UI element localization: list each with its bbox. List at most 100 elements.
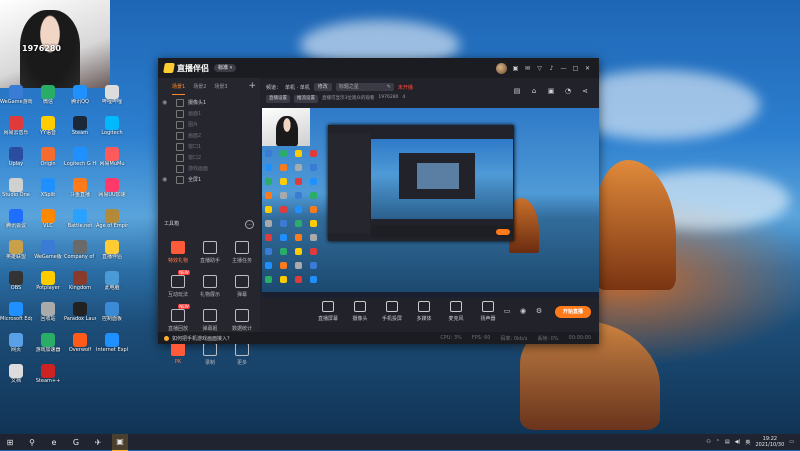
live-companion-icon[interactable]: ▣ (112, 433, 128, 451)
minimize-icon[interactable]: — (560, 65, 567, 72)
desktop-icon[interactable]: 游戏加速器 (32, 330, 64, 361)
tool-item[interactable]: NEWPK (162, 338, 194, 374)
gift-icon[interactable]: ▣ (512, 65, 519, 72)
user-icon[interactable]: ⚇ (706, 439, 710, 445)
stream-settings-button[interactable]: 推流设置 (294, 95, 318, 103)
bell-icon[interactable]: ♪ (548, 65, 555, 72)
desktop-icon[interactable]: Company of Heroes 2 (64, 237, 96, 268)
source-control[interactable]: 直播屏幕 (316, 301, 340, 322)
source-item[interactable]: 窗口2 (158, 152, 260, 163)
version-dropdown[interactable]: 标准 ▾ (214, 64, 237, 72)
eye-icon[interactable]: ◉ (162, 176, 170, 183)
desktop-icon[interactable]: 此电脑 (96, 268, 128, 299)
desktop-icon[interactable]: Uplay (0, 144, 32, 175)
source-control[interactable]: 摄像头 (348, 301, 372, 322)
desktop-icon[interactable]: 腾讯会议 (0, 206, 32, 237)
channel-edit-button[interactable]: 修改 (313, 83, 332, 91)
bell-icon[interactable]: ◔ (564, 87, 572, 95)
desktop-icon[interactable]: OBS (0, 268, 32, 299)
chevron-up-icon[interactable]: ⌃ (716, 439, 720, 445)
desktop-icon[interactable]: Steam++ (32, 361, 64, 392)
phone-help-link[interactable]: 如何把手机游戏画面接入？ (164, 335, 232, 342)
gift-box-icon[interactable]: ▣ (547, 87, 555, 95)
notification-icon[interactable]: ▭ (789, 439, 794, 445)
desktop-icon[interactable]: Studio One (0, 175, 32, 206)
desktop-icon[interactable]: 腾讯QQ (64, 82, 96, 113)
tool-item[interactable]: 录制 (194, 340, 226, 374)
tool-item[interactable]: 特效礼物 (162, 238, 194, 272)
source-item[interactable]: 游戏画面 (158, 163, 260, 174)
record-icon[interactable]: ▭ (503, 307, 511, 315)
close-icon[interactable]: ✕ (584, 65, 591, 72)
source-control[interactable]: 多媒体 (412, 301, 436, 322)
desktop-icon[interactable]: 直播伴侣 (96, 237, 128, 268)
title-input[interactable]: 标题之星 ✎ (335, 83, 394, 91)
lock-icon[interactable]: ⌂ (530, 87, 538, 95)
desktop-icon[interactable]: 英雄联盟 (0, 237, 32, 268)
desktop-icon[interactable]: YY语音 (32, 113, 64, 144)
tool-item[interactable]: 更多 (226, 340, 258, 374)
settings-gear-icon[interactable]: ⚙ (535, 307, 543, 315)
tool-item[interactable]: 主播任务 (226, 238, 258, 272)
eye-icon[interactable]: ◉ (162, 99, 170, 106)
windows-start-icon[interactable]: ⊞ (2, 434, 18, 450)
desktop-icon[interactable]: 微信 (32, 82, 64, 113)
source-item[interactable]: 画面2 (158, 130, 260, 141)
desktop-icon[interactable]: Steam (64, 113, 96, 144)
volume-icon[interactable]: ◀) (735, 439, 741, 445)
desktop-icon[interactable]: Overwolf (64, 330, 96, 361)
scene-tab[interactable]: 场景2 (193, 83, 206, 95)
clock[interactable]: 19:22 2021/10/30 (755, 436, 784, 448)
scene-tab[interactable]: 场景1 (172, 83, 186, 95)
desktop-icon[interactable]: Age of Empires IV (96, 206, 128, 237)
desktop-icon[interactable]: Kingdom (64, 268, 96, 299)
desktop-icon[interactable]: Logitech (96, 113, 128, 144)
tool-item[interactable]: 直播助手 (194, 238, 226, 272)
desktop-icon[interactable]: 回收站 (32, 299, 64, 330)
desktop-icon[interactable]: 网易云音乐 (0, 113, 32, 144)
source-control[interactable]: 扬声器 (476, 301, 500, 322)
desktop-icon[interactable]: 控制面板 (96, 299, 128, 330)
desktop-icon[interactable]: 网页 (0, 330, 32, 361)
app-titlebar[interactable]: 直播伴侣 标准 ▾ ▣ ✉ ▽ ♪ — □ ✕ (158, 58, 599, 78)
desktop-icon[interactable]: 文档 (0, 361, 32, 392)
desktop-icon[interactable]: Origin (32, 144, 64, 175)
desktop-icon[interactable]: 网易UU加速 (96, 175, 128, 206)
source-item[interactable]: 画面1 (158, 108, 260, 119)
start-live-button[interactable]: 开始直播 (555, 306, 591, 318)
source-item[interactable]: 图片 (158, 119, 260, 130)
user-avatar[interactable] (496, 62, 507, 74)
desktop-icon[interactable]: WeGame版 (32, 237, 64, 268)
desktop-icon[interactable]: Potplayer (32, 268, 64, 299)
shirt-icon[interactable]: ▽ (536, 65, 543, 72)
wegame-icon[interactable]: G (68, 434, 84, 450)
toolbox-more-button[interactable]: ... (245, 220, 254, 229)
source-item[interactable]: ◉ 摄像头1 (158, 97, 260, 108)
desktop-icon[interactable]: 斗鱼直播 (64, 175, 96, 206)
tool-item[interactable]: 礼物展示 (194, 272, 226, 306)
maximize-icon[interactable]: □ (572, 65, 579, 72)
source-control[interactable]: 麦克风 (444, 301, 468, 322)
desktop-icon[interactable]: WeGame游戏 (0, 82, 32, 113)
desktop-icon[interactable]: Microsoft Edge (0, 299, 32, 330)
desktop-icon[interactable]: Battle.net (64, 206, 96, 237)
ime-indicator[interactable]: 英 (745, 439, 750, 446)
tool-item[interactable]: NEW 互动玩法 (162, 270, 194, 306)
search-icon[interactable]: ⚲ (24, 434, 40, 450)
save-icon[interactable]: ▤ (513, 87, 521, 95)
desktop-icon[interactable]: 网易MuMu (96, 144, 128, 175)
share-icon[interactable]: ⋖ (581, 87, 589, 95)
add-scene-button[interactable]: + (248, 82, 256, 91)
desktop-icon[interactable]: 哔哩哔哩 (96, 82, 128, 113)
source-control[interactable]: 手机投屏 (380, 301, 404, 322)
desktop-icon[interactable]: VLC (32, 206, 64, 237)
tool-item[interactable]: 弹幕 (226, 272, 258, 306)
message-icon[interactable]: ✉ (524, 65, 531, 72)
desktop-icon[interactable]: XSplit (32, 175, 64, 206)
plane-icon[interactable]: ✈ (90, 434, 106, 450)
network-icon[interactable]: ▤ (725, 439, 730, 445)
eye-icon[interactable]: ◉ (519, 307, 527, 315)
source-item[interactable]: 窗口1 (158, 141, 260, 152)
desktop-icon[interactable]: Internet Explorer (96, 330, 128, 361)
live-settings-button[interactable]: 直播设置 (266, 95, 290, 103)
